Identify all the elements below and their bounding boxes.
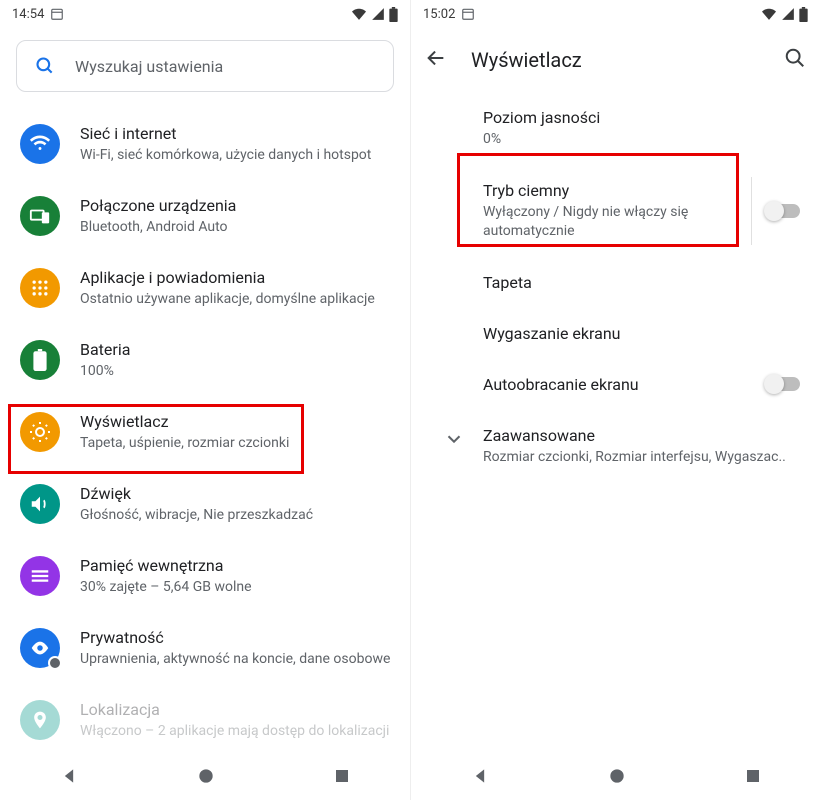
calendar-icon [50,7,64,21]
page-title: Wyświetlacz [471,48,784,72]
item-network[interactable]: Sieć i internetWi-Fi, sieć komórkowa, uż… [0,108,410,180]
item-title: Sieć i internet [80,123,392,145]
apps-icon [20,268,60,308]
battery-status-icon [389,7,398,22]
battery-icon [20,340,60,380]
screen-settings-main: 14:54 Wyszukaj ustawienia Sieć i interne… [0,0,410,800]
autorotate-switch[interactable] [766,377,800,391]
item-display[interactable]: WyświetlaczTapeta, uśpienie, rozmiar czc… [0,396,410,468]
item-title: Wygaszanie ekranu [483,324,804,343]
item-battery[interactable]: Bateria100% [0,324,410,396]
item-sub: Ostatnio używane aplikacje, domyślne apl… [80,290,392,309]
settings-list: Sieć i internetWi-Fi, sieć komórkowa, uż… [0,100,410,756]
clock: 14:54 [12,7,44,22]
display-icon [20,412,60,452]
item-sub: 100% [80,362,392,381]
chevron-down-icon [443,428,467,454]
screen-display-settings: 15:02 Wyświetlacz Poziom jasności 0% Try… [410,0,820,800]
item-title: Lokalizacja [80,699,392,721]
item-sub: Wyłączony / Nigdy nie włączy się automat… [483,203,742,241]
item-sub: Uprawnienia, aktywność na koncie, dane o… [80,650,392,669]
item-autorotate[interactable]: Autoobracanie ekranu [483,359,804,410]
item-advanced[interactable]: Zaawansowane Rozmiar czcionki, Rozmiar i… [443,410,804,483]
search-settings-input[interactable]: Wyszukaj ustawienia [16,40,394,92]
item-privacy[interactable]: PrywatnośćUprawnienia, aktywność na konc… [0,612,410,684]
back-button[interactable] [425,47,447,73]
location-icon [20,700,60,740]
sound-icon [20,484,60,524]
search-button[interactable] [784,47,806,73]
item-screensaver[interactable]: Wygaszanie ekranu [483,308,804,359]
item-sub: Tapeta, uśpienie, rozmiar czcionki [80,434,392,453]
nav-bar [411,752,820,800]
nav-home-button[interactable] [607,766,627,786]
wifi-icon [20,124,60,164]
calendar-icon [461,7,475,21]
dark-mode-switch[interactable] [766,204,800,218]
item-title: Autoobracanie ekranu [483,375,742,394]
signal-icon [781,7,795,21]
item-title: Prywatność [80,627,392,649]
item-wallpaper[interactable]: Tapeta [483,257,804,308]
devices-icon [20,196,60,236]
item-title: Dźwięk [80,483,392,505]
item-sub: Włączono – 2 aplikacje mają dostęp do lo… [80,722,392,741]
item-title: Tryb ciemny [483,181,742,200]
item-title: Bateria [80,339,392,361]
nav-back-button[interactable] [59,766,79,786]
search-placeholder: Wyszukaj ustawienia [75,57,223,76]
nav-home-button[interactable] [196,766,216,786]
item-sound[interactable]: DźwiękGłośność, wibracje, Nie przeszkadz… [0,468,410,540]
item-title: Tapeta [483,273,804,292]
signal-icon [371,7,385,21]
item-title: Poziom jasności [483,108,804,127]
item-connected-devices[interactable]: Połączone urządzeniaBluetooth, Android A… [0,180,410,252]
nav-back-button[interactable] [470,766,490,786]
battery-status-icon [799,7,808,22]
wifi-status-icon [351,7,367,21]
wifi-status-icon [761,7,777,21]
item-dark-mode[interactable]: Tryb ciemny Wyłączony / Nigdy nie włączy… [483,165,804,257]
storage-icon [20,556,60,596]
status-bar: 15:02 [411,0,820,28]
search-icon [35,56,55,76]
item-title: Wyświetlacz [80,411,392,433]
item-sub: 30% zajęte – 5,64 GB wolne [80,578,392,597]
item-sub: 0% [483,130,804,149]
item-sub: Wi-Fi, sieć komórkowa, użycie danych i h… [80,146,392,165]
item-title: Zaawansowane [483,426,786,445]
item-title: Połączone urządzenia [80,195,392,217]
divider [751,177,752,245]
item-sub: Rozmiar czcionki, Rozmiar interfejsu, Wy… [483,448,786,467]
item-sub: Głośność, wibracje, Nie przeszkadzać [80,506,392,525]
item-title: Aplikacje i powiadomienia [80,267,392,289]
item-storage[interactable]: Pamięć wewnętrzna30% zajęte – 5,64 GB wo… [0,540,410,612]
item-apps[interactable]: Aplikacje i powiadomieniaOstatnio używan… [0,252,410,324]
item-location[interactable]: LokalizacjaWłączono – 2 aplikacje mają d… [0,684,410,756]
item-sub: Bluetooth, Android Auto [80,218,392,237]
privacy-icon [20,628,60,668]
nav-recent-button[interactable] [333,767,351,785]
nav-recent-button[interactable] [744,767,762,785]
item-title: Pamięć wewnętrzna [80,555,392,577]
app-bar: Wyświetlacz [411,32,820,88]
display-settings-list: Poziom jasności 0% Tryb ciemny Wyłączony… [411,88,820,483]
item-brightness[interactable]: Poziom jasności 0% [483,92,804,165]
nav-bar [0,752,410,800]
status-bar: 14:54 [0,0,410,28]
clock: 15:02 [423,7,455,22]
